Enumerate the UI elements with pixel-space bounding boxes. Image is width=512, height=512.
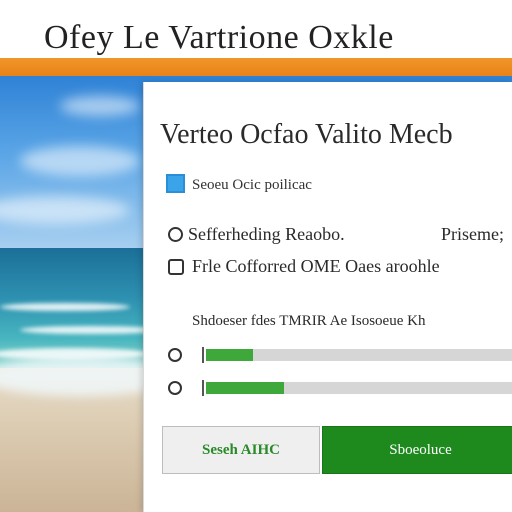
progress-fill-2	[206, 382, 284, 394]
cloud	[60, 96, 140, 116]
option-label-1: Sefferheding Reaobo.	[188, 224, 345, 244]
progress-fill-1	[206, 349, 253, 361]
wave	[20, 326, 160, 334]
progress-row-1	[168, 347, 512, 363]
panel-title: Verteo Ocfao Valito Mecb	[160, 119, 453, 150]
bar-divider	[202, 347, 204, 363]
cloud	[20, 146, 140, 176]
progress-radio-1[interactable]	[168, 348, 182, 362]
wave	[0, 303, 130, 311]
cloud	[0, 196, 130, 224]
option-radio-1[interactable]	[168, 227, 183, 242]
progress-row-2	[168, 380, 512, 396]
progress-track-2	[206, 382, 512, 394]
bar-divider	[202, 380, 204, 396]
secondary-button[interactable]: Seseh AIHC	[162, 426, 320, 474]
app-header: Ofey Le Vartrione Oxkle	[0, 0, 512, 58]
option-label-2: Frle Cofforred OME Oaes aroohle	[192, 256, 440, 276]
progress-track-1	[206, 349, 512, 361]
accent-bar	[0, 58, 512, 76]
settings-panel: Verteo Ocfao Valito Mecb Seoeu Ocic poil…	[143, 82, 512, 512]
option-toggle-2[interactable]	[168, 259, 184, 275]
option-checkbox[interactable]	[166, 174, 185, 193]
option-extra-1: Priseme;	[441, 224, 504, 244]
progress-section-label: Shdoeser fdes TMRIR Ae Isosoeue Kh	[192, 313, 426, 329]
progress-radio-2[interactable]	[168, 381, 182, 395]
checkbox-label: Seoeu Ocic poilicac	[192, 177, 312, 193]
primary-button[interactable]: Sboeoluce	[322, 426, 512, 474]
page-title: Ofey Le Vartrione Oxkle	[44, 19, 394, 56]
